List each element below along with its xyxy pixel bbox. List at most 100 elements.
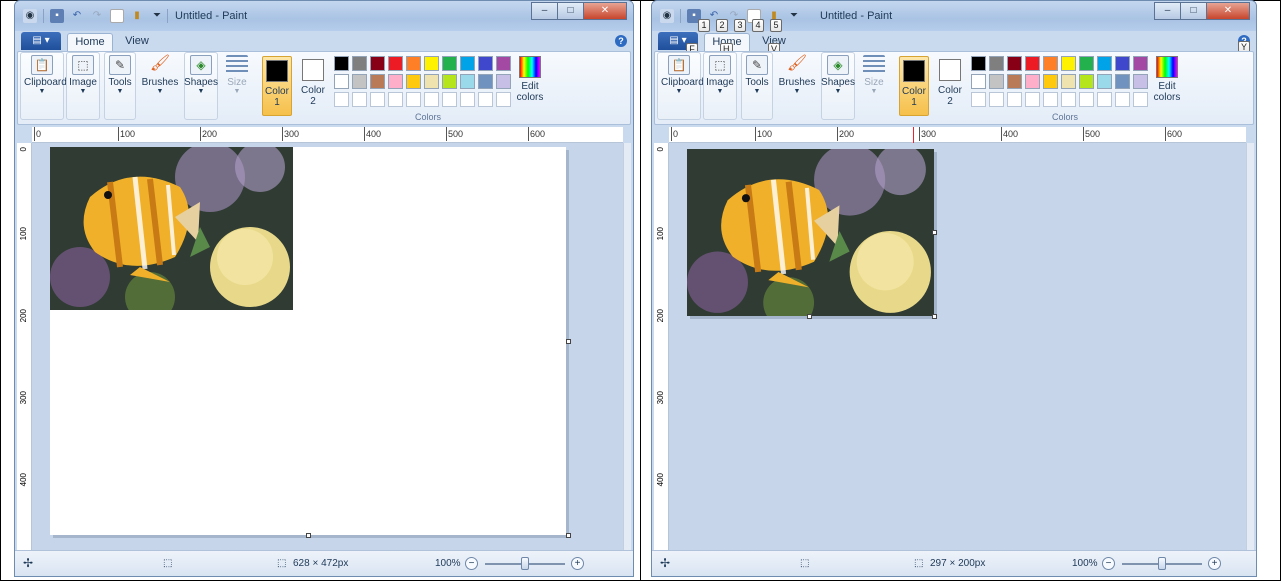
vertical-scrollbar[interactable] (623, 143, 631, 550)
new-icon[interactable] (110, 9, 124, 23)
palette-color-swatch[interactable] (1097, 74, 1112, 89)
palette-empty-slot[interactable] (1061, 92, 1076, 107)
palette-color-swatch[interactable] (496, 74, 511, 89)
resize-handle-right[interactable] (932, 230, 937, 235)
palette-color-swatch[interactable] (1043, 74, 1058, 89)
palette-color-swatch[interactable] (460, 74, 475, 89)
palette-empty-slot[interactable] (424, 92, 439, 107)
zoom-in-button[interactable]: + (1208, 557, 1221, 570)
palette-color-swatch[interactable] (406, 56, 421, 71)
close-button[interactable]: ✕ (1206, 2, 1250, 20)
close-button[interactable]: ✕ (583, 2, 627, 20)
palette-color-swatch[interactable] (334, 74, 349, 89)
palette-color-swatch[interactable] (1025, 56, 1040, 71)
palette-color-swatch[interactable] (460, 56, 475, 71)
color1-button[interactable]: Color 1 (899, 56, 929, 116)
palette-color-swatch[interactable] (496, 56, 511, 71)
color2-button[interactable]: Color 2 (298, 56, 328, 116)
palette-empty-slot[interactable] (1115, 92, 1130, 107)
qat-dropdown-icon[interactable]: ⏷ (150, 9, 164, 23)
palette-empty-slot[interactable] (1025, 92, 1040, 107)
vertical-scrollbar[interactable] (1246, 143, 1254, 550)
palette-color-swatch[interactable] (989, 56, 1004, 71)
palette-empty-slot[interactable] (460, 92, 475, 107)
size-button[interactable]: Size ▼ (222, 55, 252, 96)
palette-color-swatch[interactable] (1007, 56, 1022, 71)
fish-image[interactable] (50, 147, 293, 310)
open-icon[interactable]: ▮ (130, 9, 144, 23)
tools-button[interactable]: ✎ Tools ▼ (739, 55, 775, 96)
palette-color-swatch[interactable] (1061, 74, 1076, 89)
palette-empty-slot[interactable] (388, 92, 403, 107)
edit-colors-button[interactable]: Edit colors (514, 56, 546, 103)
resize-handle-right[interactable] (566, 339, 571, 344)
tab-home[interactable]: Home (67, 33, 113, 51)
zoom-out-button[interactable]: − (465, 557, 478, 570)
zoom-out-button[interactable]: − (1102, 557, 1115, 570)
edit-colors-button[interactable]: Edit colors (1151, 56, 1183, 103)
qat-dropdown-icon[interactable]: ⏷ (787, 9, 801, 23)
zoom-slider[interactable] (1122, 557, 1202, 570)
palette-color-swatch[interactable] (424, 56, 439, 71)
palette-color-swatch[interactable] (1133, 74, 1148, 89)
shapes-button[interactable]: ◈ Shapes ▼ (183, 55, 219, 96)
palette-color-swatch[interactable] (1115, 56, 1130, 71)
palette-color-swatch[interactable] (352, 74, 367, 89)
file-menu-button[interactable]: ▤ ▾ (21, 32, 61, 50)
resize-handle-corner[interactable] (566, 533, 571, 538)
palette-empty-slot[interactable] (1097, 92, 1112, 107)
palette-color-swatch[interactable] (406, 74, 421, 89)
resize-handle-bottom[interactable] (807, 314, 812, 319)
zoom-slider-thumb[interactable] (521, 557, 529, 570)
palette-color-swatch[interactable] (424, 74, 439, 89)
palette-empty-slot[interactable] (1007, 92, 1022, 107)
minimize-button[interactable]: – (1154, 2, 1180, 20)
palette-color-swatch[interactable] (370, 56, 385, 71)
palette-empty-slot[interactable] (478, 92, 493, 107)
help-icon[interactable]: ? (615, 35, 627, 47)
tab-view[interactable]: View (119, 33, 155, 51)
save-icon[interactable]: ▪ (50, 9, 64, 23)
zoom-slider[interactable] (485, 557, 565, 570)
palette-color-swatch[interactable] (971, 56, 986, 71)
palette-color-swatch[interactable] (1025, 74, 1040, 89)
palette-color-swatch[interactable] (1007, 74, 1022, 89)
palette-color-swatch[interactable] (478, 74, 493, 89)
palette-color-swatch[interactable] (442, 74, 457, 89)
palette-color-swatch[interactable] (370, 74, 385, 89)
palette-color-swatch[interactable] (1097, 56, 1112, 71)
color1-button[interactable]: Color 1 (262, 56, 292, 116)
palette-empty-slot[interactable] (496, 92, 511, 107)
brushes-button[interactable]: 🖌 Brushes ▼ (777, 55, 817, 96)
palette-empty-slot[interactable] (406, 92, 421, 107)
zoom-slider-thumb[interactable] (1158, 557, 1166, 570)
palette-color-swatch[interactable] (1133, 56, 1148, 71)
palette-color-swatch[interactable] (971, 74, 986, 89)
palette-color-swatch[interactable] (478, 56, 493, 71)
palette-color-swatch[interactable] (442, 56, 457, 71)
palette-color-swatch[interactable] (1115, 74, 1130, 89)
palette-empty-slot[interactable] (370, 92, 385, 107)
palette-empty-slot[interactable] (1133, 92, 1148, 107)
palette-empty-slot[interactable] (971, 92, 986, 107)
size-button[interactable]: Size ▼ (859, 55, 889, 96)
image-button[interactable]: ⬚ Image ▼ (65, 55, 101, 96)
palette-color-swatch[interactable] (1043, 56, 1058, 71)
resize-handle-corner[interactable] (932, 314, 937, 319)
minimize-button[interactable]: – (531, 2, 557, 20)
palette-empty-slot[interactable] (352, 92, 367, 107)
maximize-button[interactable]: □ (1180, 2, 1206, 20)
palette-color-swatch[interactable] (334, 56, 349, 71)
undo-icon[interactable]: ↶ (70, 9, 84, 23)
palette-color-swatch[interactable] (388, 74, 403, 89)
paint-app-icon[interactable]: ◉ (660, 9, 674, 23)
palette-empty-slot[interactable] (989, 92, 1004, 107)
redo-icon[interactable]: ↷ (90, 9, 104, 23)
zoom-in-button[interactable]: + (571, 557, 584, 570)
clipboard-button[interactable]: 📋 Clipboard ▼ (661, 55, 704, 96)
palette-color-swatch[interactable] (352, 56, 367, 71)
clipboard-button[interactable]: 📋 Clipboard ▼ (24, 55, 67, 96)
color2-button[interactable]: Color 2 (935, 56, 965, 116)
tools-button[interactable]: ✎ Tools ▼ (102, 55, 138, 96)
palette-empty-slot[interactable] (1079, 92, 1094, 107)
